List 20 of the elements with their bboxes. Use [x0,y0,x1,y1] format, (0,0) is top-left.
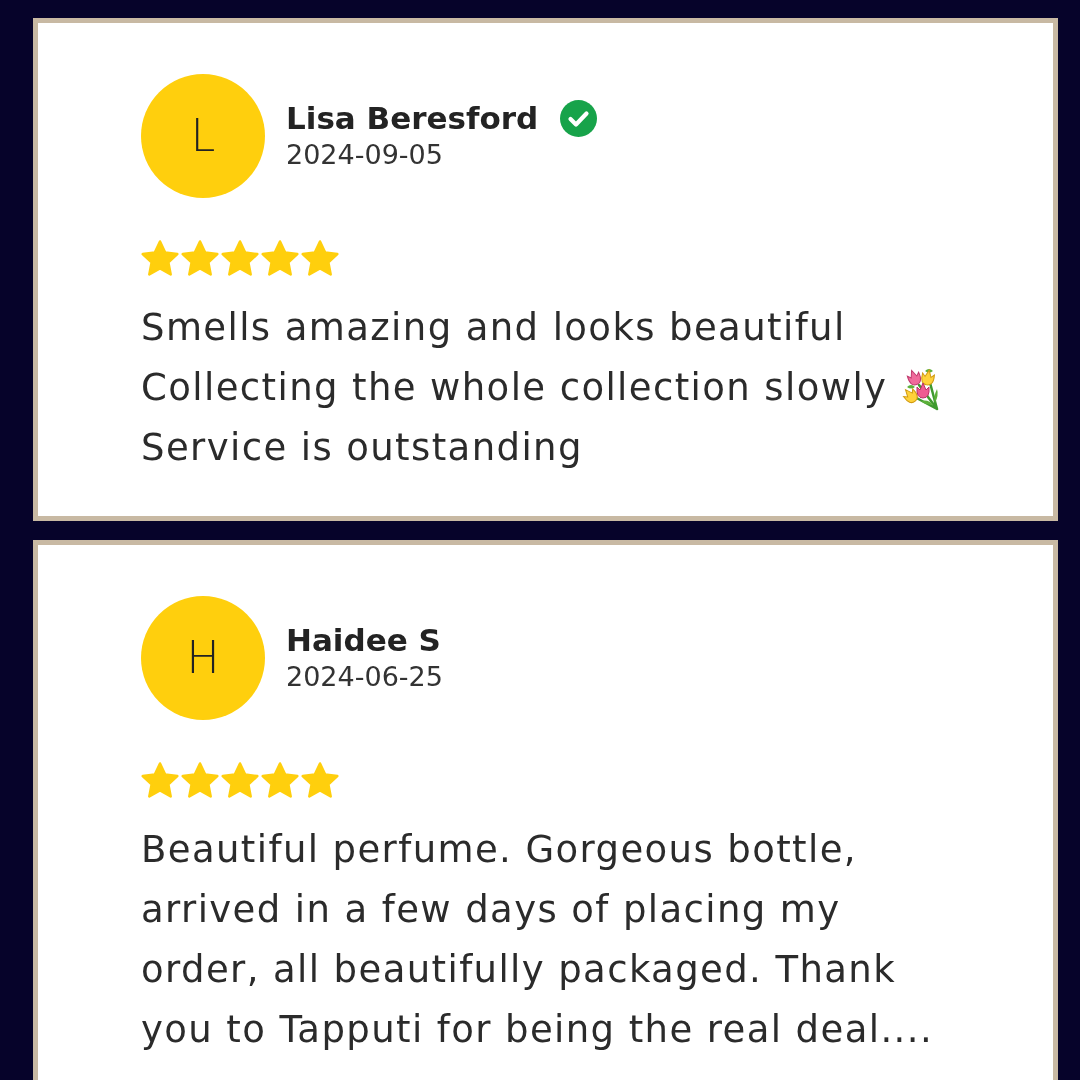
star-icon [141,240,179,278]
star-icon [261,240,299,278]
star-icon [301,240,339,278]
review-text: Collecting the whole collection slowly [141,365,888,411]
review-text: Smells amazing and looks beautiful [141,305,846,351]
star-icon [141,762,179,800]
star-icon [301,762,339,800]
review-text: Beautiful perfume. Gorgeous bottle, arrived in a few days of placing my order, all beautifully packaged. Thank you to Tapputi for being the real deal.... [141,827,934,1053]
star-icon [181,240,219,278]
star-icon [221,762,259,800]
review-text: Service is outstanding [141,425,583,471]
star-icon [261,762,299,800]
review-date: 2024-09-05 [286,138,444,172]
reviewer-name: Haidee S [286,621,441,659]
star-icon [181,762,219,800]
avatar-initial: L [141,74,265,198]
review-date: 2024-06-25 [286,660,443,694]
reviewer-name: Lisa Beresford [286,99,539,137]
star-icon [221,240,259,278]
avatar-initial: H [141,596,265,720]
